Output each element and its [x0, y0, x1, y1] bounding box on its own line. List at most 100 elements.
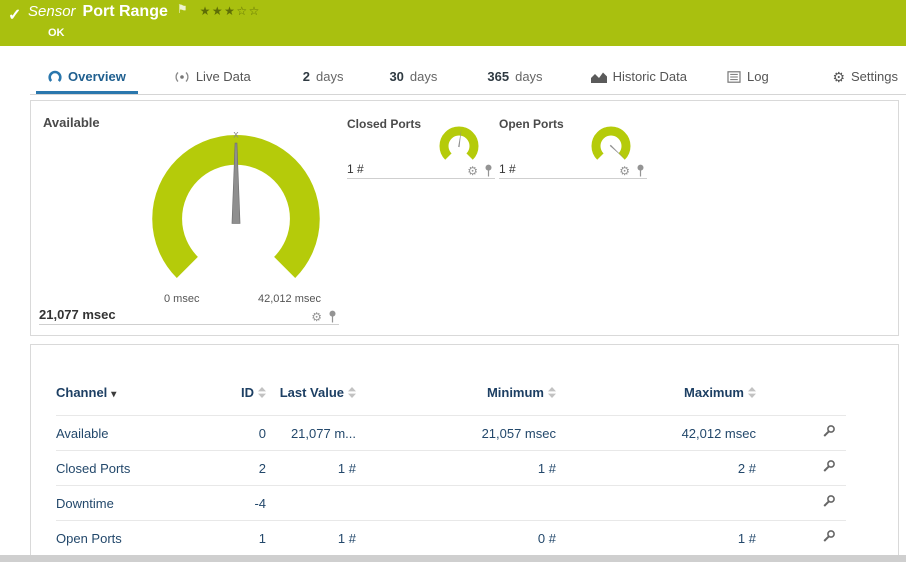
status-ok-check-icon: ✓	[8, 7, 22, 24]
gauge-settings-gear-icon[interactable]: ⚙	[311, 311, 322, 323]
settings-gear-icon: ⚙	[832, 68, 846, 85]
priority-stars[interactable]: ★★★☆☆	[200, 4, 261, 18]
open-ports-gauge-icons: ⚙	[619, 164, 645, 177]
tab-bar: Overview Live Data 2 days 30 days 365 da…	[30, 62, 906, 95]
channel-id: -4	[216, 485, 266, 521]
open-ports-gauge-block: Open Ports 1 # ⚙	[499, 115, 651, 183]
tab-log[interactable]: Log	[715, 62, 781, 94]
overview-icon	[48, 70, 62, 83]
tab-overview[interactable]: Overview	[36, 62, 138, 94]
channel-maximum: 1 #	[556, 520, 756, 555]
channel-edit-icon[interactable]	[822, 530, 836, 546]
channel-sort-caret-icon[interactable]: ▾	[111, 389, 116, 400]
gauge-pin-icon[interactable]	[484, 164, 493, 177]
sensor-status-text: OK	[48, 27, 65, 39]
favorite-flag-icon[interactable]: ⚑	[177, 2, 188, 16]
column-header-maximum[interactable]: Maximum	[556, 381, 756, 416]
tab-30-days-word: days	[409, 69, 438, 84]
tab-settings-label: Settings	[851, 69, 898, 84]
tab-overview-label: Overview	[68, 69, 126, 84]
open-ports-gauge-label: Open Ports	[499, 117, 564, 131]
sensor-title: Port Range	[82, 3, 168, 20]
historic-data-icon	[590, 71, 607, 83]
stars-filled[interactable]: ★★★	[200, 4, 237, 18]
table-row: Closed Ports 2 1 # 1 # 2 #	[56, 450, 846, 486]
channels-table: Channel▾ ID Last Value Minimum Maximum	[56, 381, 846, 555]
sort-icon[interactable]	[748, 386, 756, 401]
available-gauge-value: 21,077 msec	[39, 307, 116, 322]
table-row: Available 0 21,077 m... 21,057 msec 42,0…	[56, 415, 846, 451]
log-icon	[727, 70, 741, 83]
tab-live-data-label: Live Data	[195, 69, 251, 84]
sensor-overview-page: ✓ Sensor Port Range ⚑ ★★★☆☆ OK Overview …	[0, 0, 906, 562]
channel-name-link[interactable]: Downtime	[56, 496, 114, 511]
sort-icon[interactable]	[548, 386, 556, 401]
column-header-channel[interactable]: Channel ▾	[56, 381, 216, 416]
column-header-last-value-label: Last Value	[279, 385, 344, 400]
channel-minimum: 1 #	[356, 450, 556, 486]
channel-last-value: 1 #	[266, 450, 356, 486]
tab-log-label: Log	[746, 69, 769, 84]
tab-2-days[interactable]: 2 days	[291, 62, 356, 94]
gauge-min-label: 0 msec	[164, 293, 200, 305]
available-gauge-footer: 21,077 msec ⚙	[39, 305, 339, 325]
gauges-panel: Available x 0 msec 42,012 msec 21,077 ms…	[30, 100, 899, 336]
tab-historic-data[interactable]: Historic Data	[579, 62, 699, 94]
tab-historic-data-label: Historic Data	[612, 69, 687, 84]
channel-maximum	[556, 485, 756, 521]
tab-365-days[interactable]: 365 days	[475, 62, 554, 94]
column-header-id-label: ID	[241, 385, 254, 400]
table-row: Open Ports 1 1 # 0 # 1 #	[56, 520, 846, 555]
channels-panel: Channel▾ ID Last Value Minimum Maximum	[30, 344, 899, 562]
live-data-icon	[174, 71, 190, 83]
gauge-settings-gear-icon[interactable]: ⚙	[619, 165, 630, 177]
channel-name-link[interactable]: Closed Ports	[56, 461, 130, 476]
tab-2-days-word: days	[315, 69, 344, 84]
channel-minimum	[356, 485, 556, 521]
column-header-maximum-label: Maximum	[684, 385, 744, 400]
column-header-minimum[interactable]: Minimum	[356, 381, 556, 416]
sort-icon[interactable]	[258, 386, 266, 401]
channel-maximum: 42,012 msec	[556, 415, 756, 451]
gauge-pin-icon[interactable]	[328, 310, 337, 323]
tab-365-days-number: 365	[487, 69, 510, 84]
channel-last-value: 1 #	[266, 520, 356, 555]
channel-last-value	[266, 485, 356, 521]
channel-last-value: 21,077 m...	[266, 415, 356, 451]
tab-30-days-number: 30	[389, 69, 404, 84]
tab-2-days-number: 2	[302, 69, 310, 84]
column-header-id[interactable]: ID	[216, 381, 266, 416]
column-header-channel-label: Channel	[56, 385, 108, 400]
closed-ports-gauge-value: 1 #	[347, 162, 364, 176]
channel-id: 1	[216, 520, 266, 555]
closed-ports-gauge-label: Closed Ports	[347, 117, 422, 131]
column-header-last-value[interactable]: Last Value	[266, 381, 356, 416]
channel-edit-icon[interactable]	[822, 425, 836, 441]
channel-maximum: 2 #	[556, 450, 756, 486]
channel-name-link[interactable]: Open Ports	[56, 531, 122, 546]
tab-30-days[interactable]: 30 days	[377, 62, 449, 94]
available-gauge-label: Available	[43, 115, 100, 130]
gauge-max-label: 42,012 msec	[258, 293, 321, 305]
channel-edit-icon[interactable]	[822, 460, 836, 476]
horizontal-scrollbar[interactable]	[0, 555, 906, 562]
table-row: Downtime -4	[56, 485, 846, 521]
channel-id: 0	[216, 415, 266, 451]
stars-empty[interactable]: ☆☆	[236, 4, 261, 18]
closed-ports-gauge-icons: ⚙	[467, 164, 493, 177]
tab-365-days-word: days	[515, 69, 543, 84]
sensor-type-label: Sensor	[28, 3, 76, 20]
channel-edit-icon[interactable]	[822, 495, 836, 511]
open-ports-gauge-footer: 1 # ⚙	[499, 161, 647, 179]
channel-name-link[interactable]: Available	[56, 426, 109, 441]
gauge-pin-icon[interactable]	[636, 164, 645, 177]
available-gauge-icons: ⚙	[311, 310, 337, 323]
channel-minimum: 0 #	[356, 520, 556, 555]
sort-icon[interactable]	[348, 386, 356, 401]
open-ports-gauge-value: 1 #	[499, 162, 516, 176]
tab-live-data[interactable]: Live Data	[162, 62, 263, 94]
sensor-header: ✓ Sensor Port Range ⚑ ★★★☆☆ OK	[0, 0, 906, 46]
gauge-settings-gear-icon[interactable]: ⚙	[467, 165, 478, 177]
gauge-needle-marker: x	[233, 129, 239, 140]
tab-settings[interactable]: ⚙ Settings	[820, 62, 906, 94]
